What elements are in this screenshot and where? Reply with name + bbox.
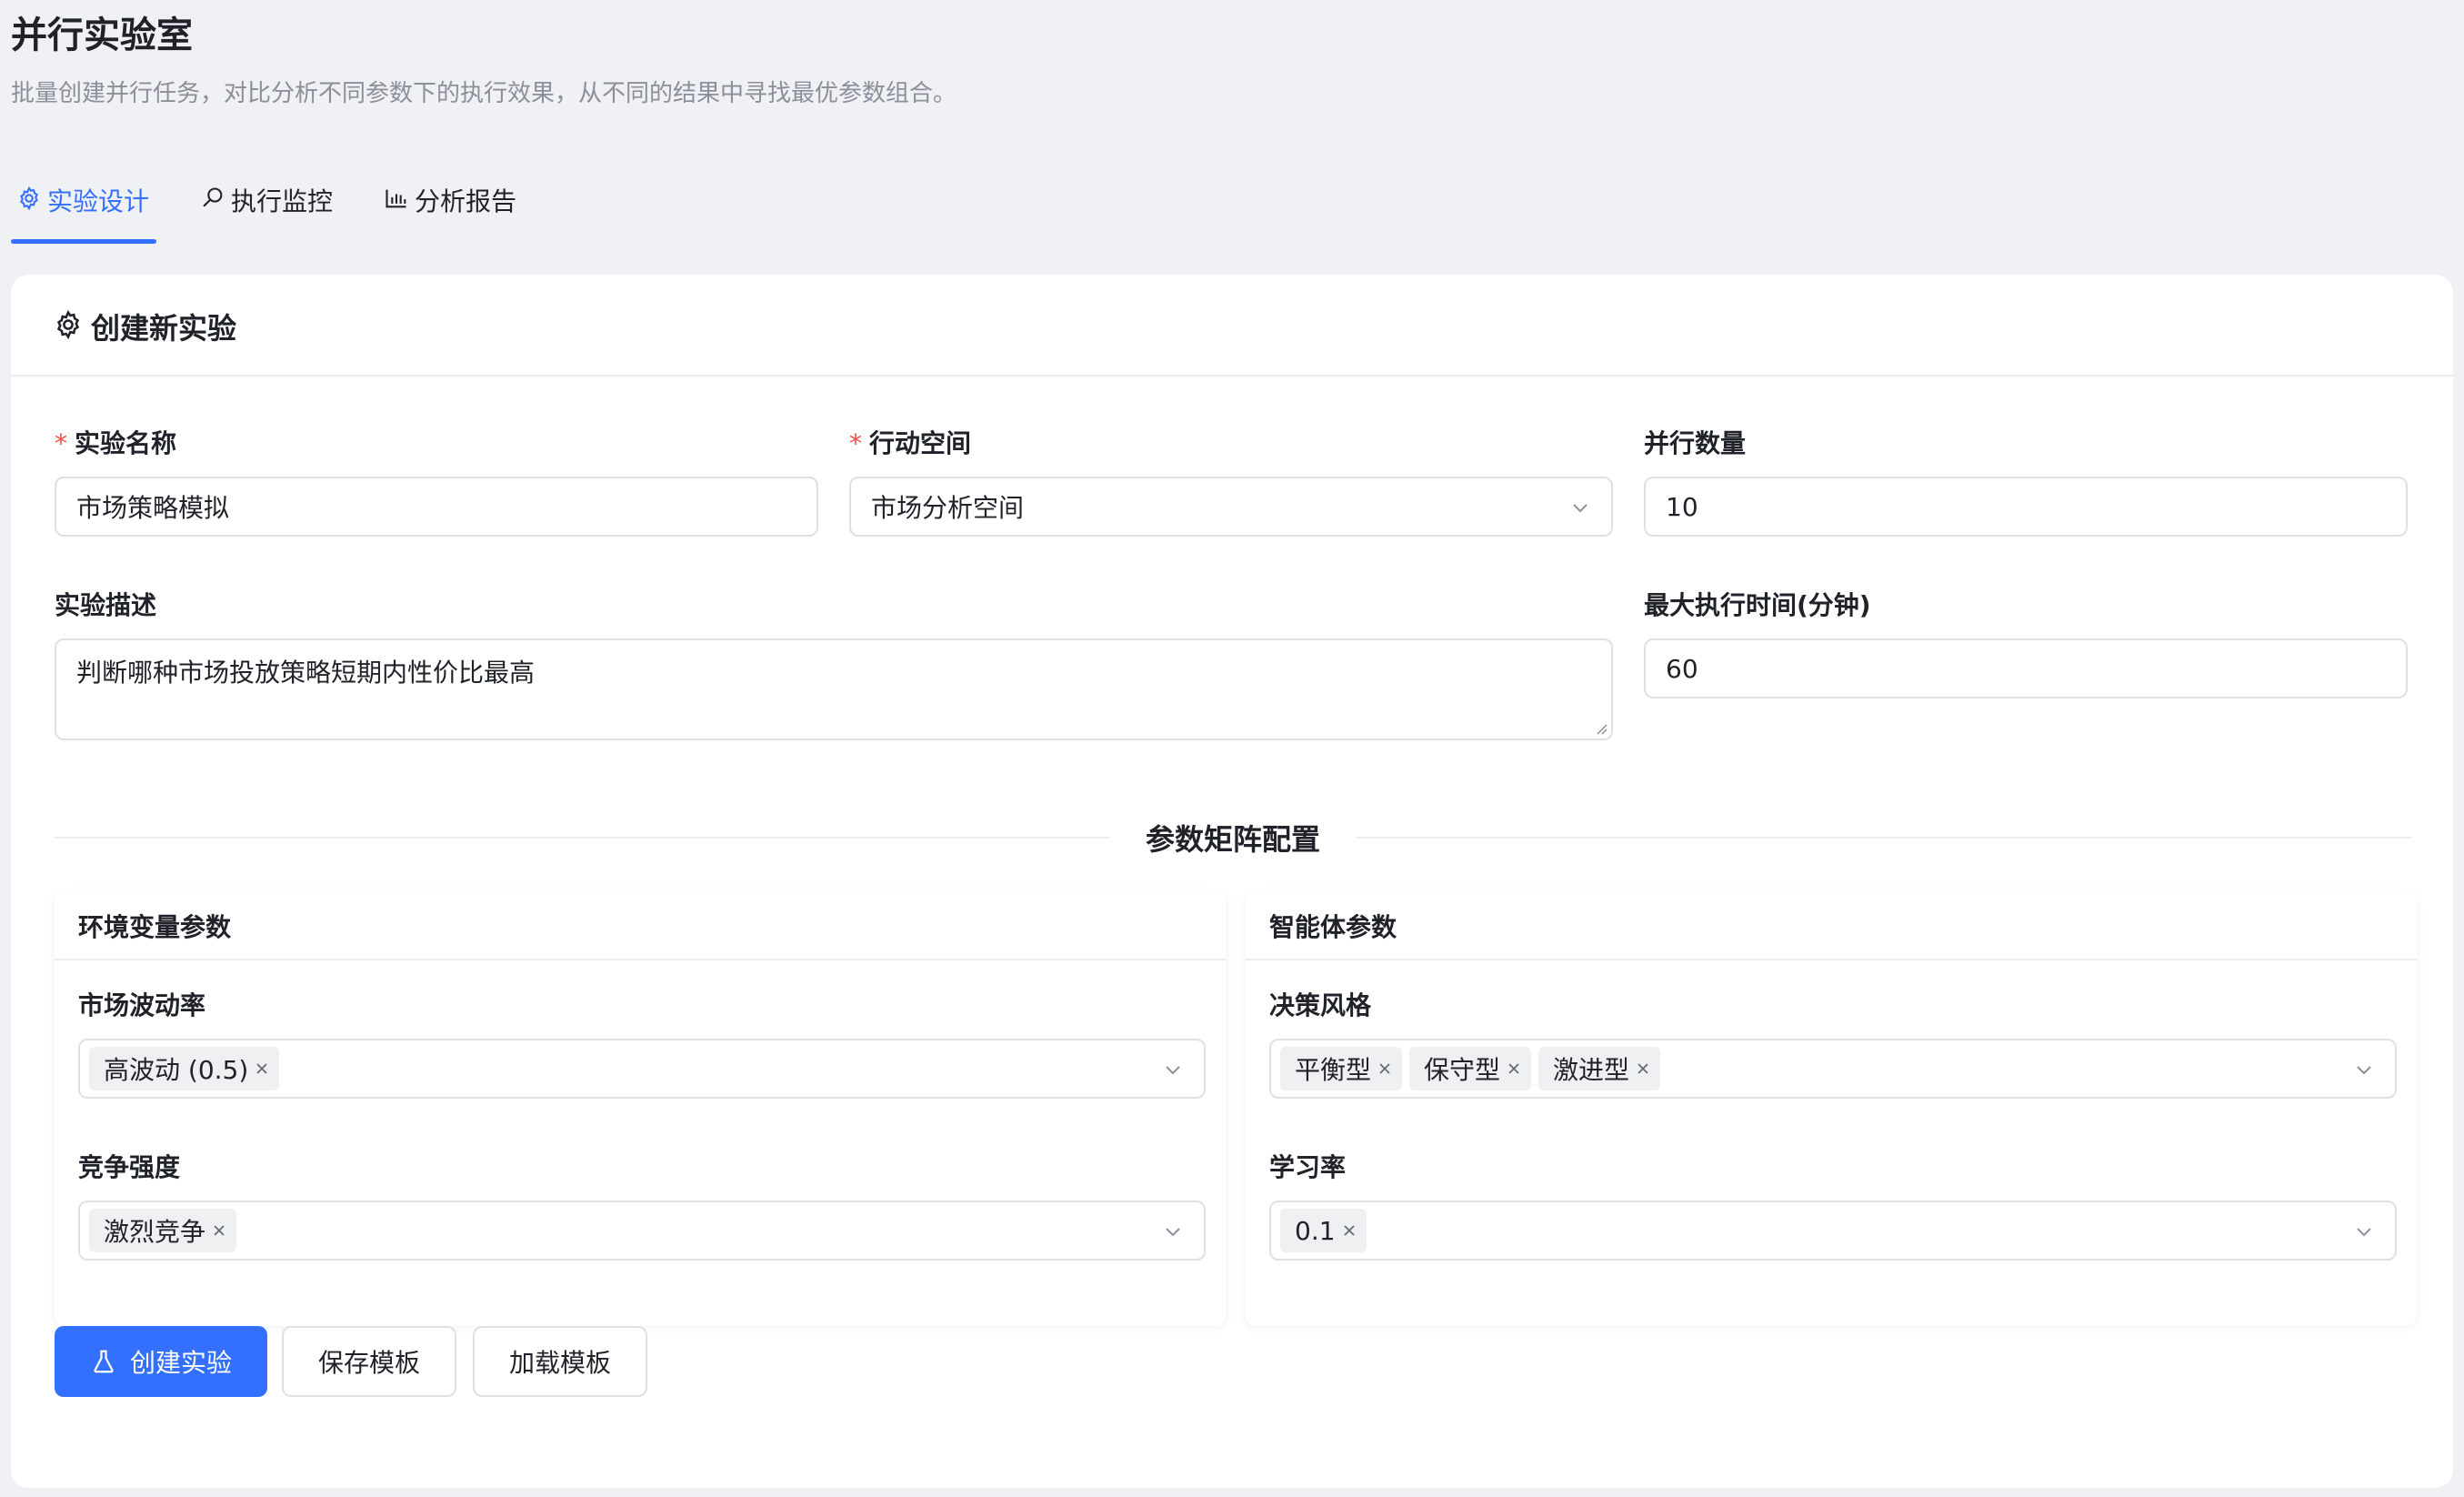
- save-template-button[interactable]: 保存模板: [282, 1326, 456, 1397]
- decision-style-tag: 保守型: [1409, 1047, 1531, 1090]
- chevron-down-icon: [2353, 1221, 2375, 1242]
- panel-header: 环境变量参数: [55, 891, 1226, 960]
- tag-label: 激进型: [1553, 1050, 1629, 1087]
- tab-bar: 实验设计 执行监控 分析报告: [11, 178, 562, 244]
- description-value: 判断哪种市场投放策略短期内性价比最高: [76, 658, 535, 688]
- action-space-select[interactable]: 市场分析空间: [849, 477, 1613, 537]
- tab-execution-monitor[interactable]: 执行监控: [195, 178, 340, 244]
- experiment-name-input[interactable]: 市场策略模拟: [55, 477, 818, 537]
- experiment-name-label: *实验名称: [55, 424, 176, 460]
- gear-icon: [16, 186, 42, 211]
- page: 并行实验室 批量创建并行任务，对比分析不同参数下的执行效果，从不同的结果中寻找最…: [0, 0, 2464, 1497]
- tag-label: 激烈竞争: [104, 1212, 205, 1249]
- close-icon[interactable]: [211, 1222, 227, 1239]
- required-mark: *: [55, 428, 67, 458]
- bar-chart-icon: [384, 186, 409, 211]
- tab-label: 分析报告: [415, 182, 516, 218]
- decision-style-label: 决策风格: [1269, 986, 1371, 1022]
- divider-line: [1357, 837, 2411, 839]
- learning-rate-tag: 0.1: [1280, 1209, 1367, 1252]
- tab-label: 实验设计: [47, 182, 149, 218]
- panel-header: 智能体参数: [1246, 891, 2417, 960]
- tag-label: 高波动 (0.5): [104, 1050, 248, 1087]
- volatility-select[interactable]: 高波动 (0.5): [78, 1039, 1206, 1099]
- required-mark: *: [849, 428, 862, 458]
- flask-icon: [90, 1348, 117, 1375]
- page-subtitle: 批量创建并行任务，对比分析不同参数下的执行效果，从不同的结果中寻找最优参数组合。: [11, 75, 957, 108]
- close-icon[interactable]: [254, 1060, 270, 1077]
- experiment-description-label: 实验描述: [55, 586, 156, 622]
- tag-label: 平衡型: [1295, 1050, 1371, 1087]
- tab-label: 执行监控: [231, 182, 333, 218]
- chevron-down-icon: [1162, 1221, 1184, 1242]
- card-header: 创建新实验: [11, 275, 2453, 377]
- create-experiment-button[interactable]: 创建实验: [55, 1326, 267, 1397]
- close-icon[interactable]: [1635, 1060, 1651, 1077]
- competition-tag: 激烈竞争: [89, 1209, 236, 1252]
- agent-params-panel: 智能体参数 决策风格 平衡型 保守型 激进型 学习率: [1246, 891, 2417, 1326]
- search-icon: [200, 186, 225, 211]
- competition-label: 竞争强度: [78, 1148, 180, 1184]
- resize-grip-icon[interactable]: [1593, 720, 1608, 735]
- load-template-button[interactable]: 加载模板: [473, 1326, 647, 1397]
- learning-rate-select[interactable]: 0.1: [1269, 1201, 2397, 1261]
- tag-label: 保守型: [1424, 1050, 1500, 1087]
- max-time-input[interactable]: 60: [1644, 638, 2408, 698]
- tab-experiment-design[interactable]: 实验设计: [11, 178, 156, 244]
- learning-rate-label: 学习率: [1269, 1148, 1346, 1184]
- chevron-down-icon: [1569, 497, 1591, 518]
- create-experiment-card: 创建新实验 *实验名称 市场策略模拟 *行动空间 市场分析空间 并行数量 10 …: [11, 275, 2453, 1488]
- gear-icon: [53, 309, 84, 340]
- competition-select[interactable]: 激烈竞争: [78, 1201, 1206, 1261]
- tab-analysis-report[interactable]: 分析报告: [378, 178, 524, 244]
- decision-style-select[interactable]: 平衡型 保守型 激进型: [1269, 1039, 2397, 1099]
- button-label: 创建实验: [130, 1343, 232, 1380]
- panel-title: 环境变量参数: [78, 908, 231, 944]
- max-time-label: 最大执行时间(分钟): [1644, 586, 1871, 622]
- tag-label: 0.1: [1295, 1216, 1336, 1246]
- decision-style-tag: 平衡型: [1280, 1047, 1402, 1090]
- parallel-count-label: 并行数量: [1644, 424, 1746, 460]
- action-space-label: *行动空间: [849, 424, 971, 460]
- card-title: 创建新实验: [91, 306, 236, 347]
- close-icon[interactable]: [1506, 1060, 1522, 1077]
- chevron-down-icon: [2353, 1059, 2375, 1080]
- experiment-description-textarea[interactable]: 判断哪种市场投放策略短期内性价比最高: [55, 638, 1613, 740]
- volatility-tag: 高波动 (0.5): [89, 1047, 279, 1090]
- panel-title: 智能体参数: [1269, 908, 1397, 944]
- close-icon[interactable]: [1377, 1060, 1393, 1077]
- action-space-value: 市场分析空间: [871, 488, 1024, 525]
- parallel-count-input[interactable]: 10: [1644, 477, 2408, 537]
- matrix-section-title: 参数矩阵配置: [1124, 817, 1342, 859]
- close-icon[interactable]: [1341, 1222, 1357, 1239]
- chevron-down-icon: [1162, 1059, 1184, 1080]
- divider-line: [55, 837, 1109, 839]
- env-params-panel: 环境变量参数 市场波动率 高波动 (0.5) 竞争强度 激烈竞争: [55, 891, 1226, 1326]
- decision-style-tag: 激进型: [1538, 1047, 1660, 1090]
- volatility-label: 市场波动率: [78, 986, 205, 1022]
- page-title: 并行实验室: [11, 5, 193, 58]
